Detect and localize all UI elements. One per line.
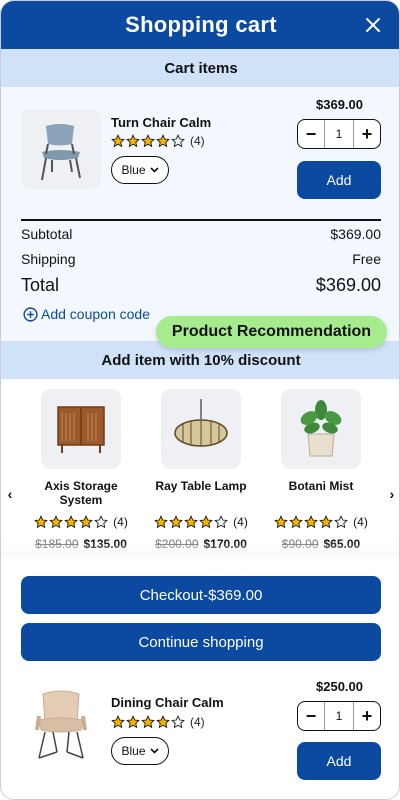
cart-header: Shopping cart <box>1 1 399 49</box>
star-filled-icon <box>169 515 183 529</box>
star-filled-icon <box>274 515 288 529</box>
chair-icon <box>41 124 81 181</box>
cabinet-icon <box>57 406 105 453</box>
star-empty-icon <box>171 134 185 148</box>
star-empty-icon <box>171 715 185 729</box>
increase-quantity-button[interactable]: + <box>354 120 380 148</box>
cart-item: Dining Chair Calm (4) Blue $250.00 − 1 +… <box>1 676 399 786</box>
color-select-value: Blue <box>121 744 146 758</box>
recommendation-name: Axis Storage System <box>44 479 118 507</box>
star-filled-icon <box>126 715 140 729</box>
star-filled-icon <box>184 515 198 529</box>
star-empty-icon <box>334 515 348 529</box>
shopping-cart-panel: Shopping cart Cart items Turn Chair Calm <box>0 0 400 800</box>
star-filled-icon <box>319 515 333 529</box>
product-price: $250.00 <box>316 679 363 694</box>
close-icon[interactable] <box>363 15 383 35</box>
recommendation-name: Botani Mist <box>288 479 354 493</box>
carousel-prev-arrow[interactable]: ‹ <box>4 486 16 502</box>
star-filled-icon <box>289 515 303 529</box>
product-rating: (4) <box>111 134 205 148</box>
cart-item: Turn Chair Calm (4) Blue $369.00 − 1 + A… <box>1 93 399 203</box>
shipping-value: Free <box>352 251 381 267</box>
star-filled-icon <box>111 715 125 729</box>
rating-count: (4) <box>353 515 368 529</box>
star-empty-icon <box>214 515 228 529</box>
lamp-icon <box>174 399 228 447</box>
subtotal-row: Subtotal $369.00 <box>21 226 381 242</box>
carousel-next-arrow[interactable]: › <box>386 486 398 502</box>
product-rating: (4) <box>111 715 205 729</box>
add-button[interactable]: Add <box>297 161 381 199</box>
product-price: $369.00 <box>316 97 363 112</box>
product-name[interactable]: Dining Chair Calm <box>111 695 224 710</box>
add-button[interactable]: Add <box>297 742 381 780</box>
rating-count: (4) <box>113 515 128 529</box>
quantity-stepper: − 1 + <box>297 701 381 731</box>
decrease-quantity-button[interactable]: − <box>298 120 324 148</box>
decrease-quantity-button[interactable]: − <box>298 702 324 730</box>
star-empty-icon <box>94 515 108 529</box>
cart-items-label: Cart items <box>164 59 238 77</box>
star-filled-icon <box>141 715 155 729</box>
color-select-value: Blue <box>121 163 146 177</box>
plant-icon <box>300 400 342 457</box>
add-coupon-label: Add coupon code <box>41 306 150 322</box>
rating-count: (4) <box>190 715 205 729</box>
product-image-ray-lamp[interactable] <box>161 389 241 469</box>
product-image-dining-chair[interactable] <box>21 684 101 764</box>
recommendation-rating: (4) <box>151 515 251 529</box>
star-filled-icon <box>111 134 125 148</box>
star-filled-icon <box>156 134 170 148</box>
recommendation-item[interactable]: Botani Mist (4) $90.00 $65.00 <box>271 389 371 551</box>
color-select[interactable]: Blue <box>111 737 169 765</box>
shipping-row: Shipping Free <box>21 251 381 267</box>
star-filled-icon <box>126 134 140 148</box>
add-coupon-link[interactable]: Add coupon code <box>23 306 150 322</box>
star-filled-icon <box>49 515 63 529</box>
quantity-stepper: − 1 + <box>297 119 381 149</box>
color-select[interactable]: Blue <box>111 156 169 184</box>
star-filled-icon <box>79 515 93 529</box>
increase-quantity-button[interactable]: + <box>354 702 380 730</box>
quantity-value[interactable]: 1 <box>324 120 354 148</box>
chevron-down-icon <box>149 167 159 173</box>
product-image-axis-storage[interactable] <box>41 389 121 469</box>
product-name[interactable]: Turn Chair Calm <box>111 115 211 130</box>
recommendation-item[interactable]: Ray Table Lamp (4) $200.00 $170.00 <box>151 389 251 551</box>
product-recommendation-tooltip: Product Recommendation <box>156 316 387 348</box>
recommendation-label: Add item with 10% discount <box>101 351 301 369</box>
rating-count: (4) <box>190 134 205 148</box>
total-value: $369.00 <box>315 275 381 295</box>
recommendation-rating: (4) <box>271 515 371 529</box>
shipping-label: Shipping <box>21 251 76 267</box>
summary-divider <box>21 219 381 221</box>
star-filled-icon <box>199 515 213 529</box>
product-image-turn-chair[interactable] <box>21 109 101 189</box>
page-title: Shopping cart <box>125 12 277 37</box>
plus-circle-icon <box>23 306 38 322</box>
star-filled-icon <box>304 515 318 529</box>
rating-count: (4) <box>233 515 248 529</box>
subtotal-value: $369.00 <box>330 226 381 242</box>
continue-shopping-button[interactable]: Continue shopping <box>21 623 381 661</box>
cart-items-heading: Cart items <box>1 49 399 87</box>
star-filled-icon <box>154 515 168 529</box>
checkout-button[interactable]: Checkout-$369.00 <box>21 576 381 614</box>
chevron-down-icon <box>149 748 159 754</box>
product-image-botani-mist[interactable] <box>281 389 361 469</box>
star-filled-icon <box>34 515 48 529</box>
recommendation-name: Ray Table Lamp <box>155 479 247 493</box>
chair-icon <box>35 690 87 759</box>
star-filled-icon <box>156 715 170 729</box>
recommendation-rating: (4) <box>31 515 131 529</box>
star-filled-icon <box>64 515 78 529</box>
recommendation-item[interactable]: Axis Storage System (4) $185.00 $135.00 <box>31 389 131 551</box>
quantity-value[interactable]: 1 <box>324 702 354 730</box>
recommendation-carousel: ‹ › Axis Storage System (4) Ray Table La… <box>1 379 399 555</box>
total-label: Total <box>21 275 60 295</box>
total-row: Total $369.00 <box>21 275 381 296</box>
subtotal-label: Subtotal <box>21 226 73 242</box>
star-filled-icon <box>141 134 155 148</box>
